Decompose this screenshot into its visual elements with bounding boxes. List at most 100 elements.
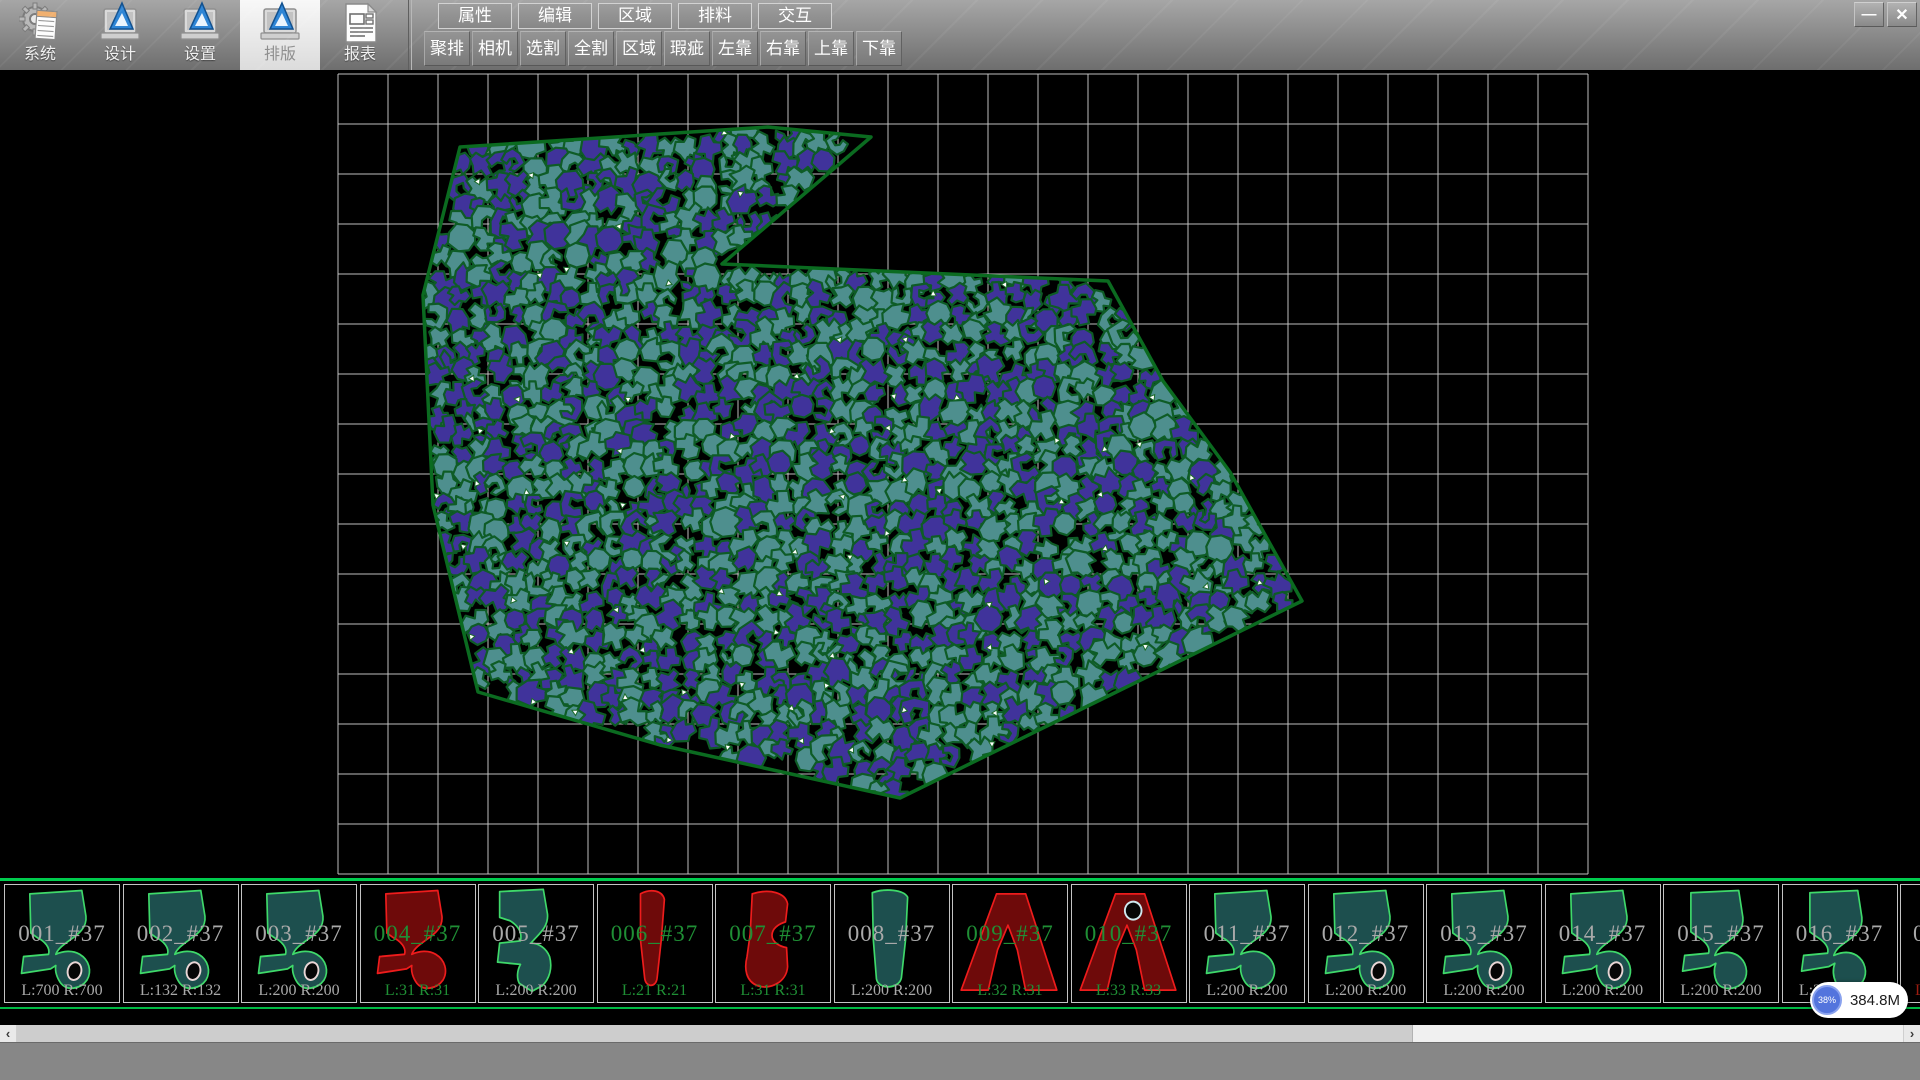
app-layout-button[interactable]: 排版 bbox=[240, 0, 320, 70]
nest-piece[interactable] bbox=[1080, 573, 1103, 592]
nest-piece[interactable] bbox=[448, 224, 475, 252]
thumbnail-cell-011_#37[interactable]: 011_#37L:200 R:200 bbox=[1189, 884, 1305, 1003]
memory-size-label: 384.8M bbox=[1842, 992, 1908, 1009]
nest-piece[interactable] bbox=[1062, 435, 1081, 458]
piece-thumbnail-shape bbox=[1550, 886, 1654, 998]
status-bar bbox=[0, 1042, 1920, 1080]
thumbnail-cell-009_#37[interactable]: 009_#37L:32 R:31 bbox=[952, 884, 1068, 1003]
nest-piece[interactable] bbox=[650, 510, 678, 536]
nest-piece[interactable] bbox=[616, 566, 638, 589]
close-button[interactable]: ✕ bbox=[1887, 2, 1917, 27]
thumbnail-cell-partial[interactable]: 0L: bbox=[1900, 884, 1920, 1003]
scrollbar-thumb[interactable] bbox=[17, 1025, 1413, 1042]
nest-piece[interactable] bbox=[1033, 376, 1056, 399]
thumbnail-cell-008_#37[interactable]: 008_#37L:200 R:200 bbox=[834, 884, 950, 1003]
thumbnail-cell-002_#37[interactable]: 002_#37L:132 R:132 bbox=[123, 884, 239, 1003]
nest-piece[interactable] bbox=[964, 702, 983, 724]
piece-thumbnail-shape bbox=[839, 886, 943, 998]
nest-piece[interactable] bbox=[696, 299, 723, 329]
tool-button-row: 聚排相机选割全割区域瑕疵左靠右靠上靠下靠 bbox=[424, 31, 902, 66]
tool-snap-left-button[interactable]: 左靠 bbox=[712, 31, 758, 66]
nest-piece[interactable] bbox=[830, 285, 854, 308]
nest-piece[interactable] bbox=[791, 395, 814, 418]
piece-thumbnail-shape bbox=[1194, 886, 1298, 998]
thumbnail-cell-013_#37[interactable]: 013_#37L:200 R:200 bbox=[1426, 884, 1542, 1003]
tab-edit[interactable]: 编辑 bbox=[518, 3, 592, 29]
tool-region-button[interactable]: 区域 bbox=[616, 31, 662, 66]
nest-piece[interactable] bbox=[767, 451, 791, 476]
tab-properties[interactable]: 属性 bbox=[438, 3, 512, 29]
piece-thumbnail-shape bbox=[602, 886, 706, 998]
scroll-left-button[interactable]: ‹ bbox=[0, 1025, 17, 1042]
nest-piece[interactable] bbox=[1113, 511, 1132, 533]
nest-piece[interactable] bbox=[588, 548, 610, 571]
tool-snap-right-button[interactable]: 右靠 bbox=[760, 31, 806, 66]
tab-region[interactable]: 区域 bbox=[598, 3, 672, 29]
piece-thumbnail-shape bbox=[1313, 886, 1417, 998]
nest-piece[interactable] bbox=[622, 549, 642, 569]
piece-thumbnail-shape bbox=[957, 886, 1061, 998]
nest-piece[interactable] bbox=[676, 170, 694, 191]
minimize-button[interactable]: — bbox=[1854, 2, 1884, 27]
tool-defect-button[interactable]: 瑕疵 bbox=[664, 31, 710, 66]
app-design-button[interactable]: 设计 bbox=[80, 0, 160, 70]
piece-thumbnail-shape bbox=[720, 886, 824, 998]
thumbnail-cell-003_#37[interactable]: 003_#37L:200 R:200 bbox=[241, 884, 357, 1003]
thumbnail-cell-004_#37[interactable]: 004_#37L:31 R:31 bbox=[360, 884, 476, 1003]
nest-piece[interactable] bbox=[866, 716, 895, 741]
nest-piece[interactable] bbox=[424, 304, 447, 330]
nest-piece[interactable] bbox=[525, 495, 543, 515]
nested-pieces-layer bbox=[410, 116, 1293, 805]
window-controls: — ✕ bbox=[1854, 2, 1917, 27]
app-settings-button[interactable]: 设置 bbox=[160, 0, 240, 70]
app-system-label: 系统 bbox=[24, 45, 56, 65]
menu-tab-row: 属性编辑区域排料交互 bbox=[438, 3, 832, 29]
tab-interactive[interactable]: 交互 bbox=[758, 3, 832, 29]
app-system-button[interactable]: 系统 bbox=[0, 0, 80, 70]
tool-camera-button[interactable]: 相机 bbox=[472, 31, 518, 66]
thumbnail-cell-014_#37[interactable]: 014_#37L:200 R:200 bbox=[1545, 884, 1661, 1003]
thumbnail-cell-007_#37[interactable]: 007_#37L:31 R:31 bbox=[715, 884, 831, 1003]
nest-piece[interactable] bbox=[1053, 513, 1075, 536]
thumbnail-cell-006_#37[interactable]: 006_#37L:21 R:21 bbox=[597, 884, 713, 1003]
thumbnail-cell-012_#37[interactable]: 012_#37L:200 R:200 bbox=[1308, 884, 1424, 1003]
tool-cluster-nest-button[interactable]: 聚排 bbox=[424, 31, 470, 66]
nest-piece[interactable] bbox=[654, 261, 680, 292]
thumbnail-cell-010_#37[interactable]: 010_#37L:33 R:33 bbox=[1071, 884, 1187, 1003]
app-report-button[interactable]: 报表 bbox=[320, 0, 400, 70]
nest-piece[interactable] bbox=[451, 424, 473, 446]
toolbar-separator bbox=[408, 0, 412, 70]
nest-piece[interactable] bbox=[560, 491, 584, 518]
tool-cut-all-button[interactable]: 全割 bbox=[568, 31, 614, 66]
nest-piece[interactable] bbox=[1060, 575, 1081, 596]
nest-piece[interactable] bbox=[1051, 681, 1075, 705]
nest-piece[interactable] bbox=[623, 476, 645, 498]
horizontal-scrollbar[interactable]: ‹ › bbox=[0, 1025, 1920, 1042]
piece-thumbnail-shape bbox=[9, 886, 113, 998]
nest-piece[interactable] bbox=[565, 243, 590, 268]
thumbnail-label: 0 bbox=[1901, 921, 1920, 947]
tool-snap-up-button[interactable]: 上靠 bbox=[808, 31, 854, 66]
nest-piece[interactable] bbox=[849, 435, 870, 456]
piece-thumbnail-shape bbox=[1076, 886, 1180, 998]
nest-piece[interactable] bbox=[485, 304, 506, 323]
piece-thumbnail-shape bbox=[128, 886, 232, 998]
tool-select-cut-button[interactable]: 选割 bbox=[520, 31, 566, 66]
nest-piece[interactable] bbox=[862, 338, 885, 361]
nest-piece[interactable] bbox=[542, 643, 564, 668]
nest-piece[interactable] bbox=[882, 779, 909, 805]
ruler-laptop-icon bbox=[179, 1, 221, 45]
tool-snap-down-button[interactable]: 下靠 bbox=[856, 31, 902, 66]
piece-thumbnail-shape bbox=[246, 886, 350, 998]
scroll-right-button[interactable]: › bbox=[1903, 1025, 1920, 1042]
nest-piece[interactable] bbox=[1154, 439, 1178, 460]
nest-piece[interactable] bbox=[578, 569, 600, 590]
tab-nesting[interactable]: 排料 bbox=[678, 3, 752, 29]
thumbnail-cell-001_#37[interactable]: 001_#37L:700 R:700 bbox=[4, 884, 120, 1003]
nest-piece[interactable] bbox=[596, 226, 623, 253]
thumbnail-cell-015_#37[interactable]: 015_#37L:200 R:200 bbox=[1663, 884, 1779, 1003]
thumbnail-cell-005_#37[interactable]: 005_#37L:200 R:200 bbox=[478, 884, 594, 1003]
report-doc-icon bbox=[339, 1, 381, 45]
nest-piece[interactable] bbox=[844, 472, 867, 494]
ruler-laptop-icon bbox=[259, 1, 301, 45]
